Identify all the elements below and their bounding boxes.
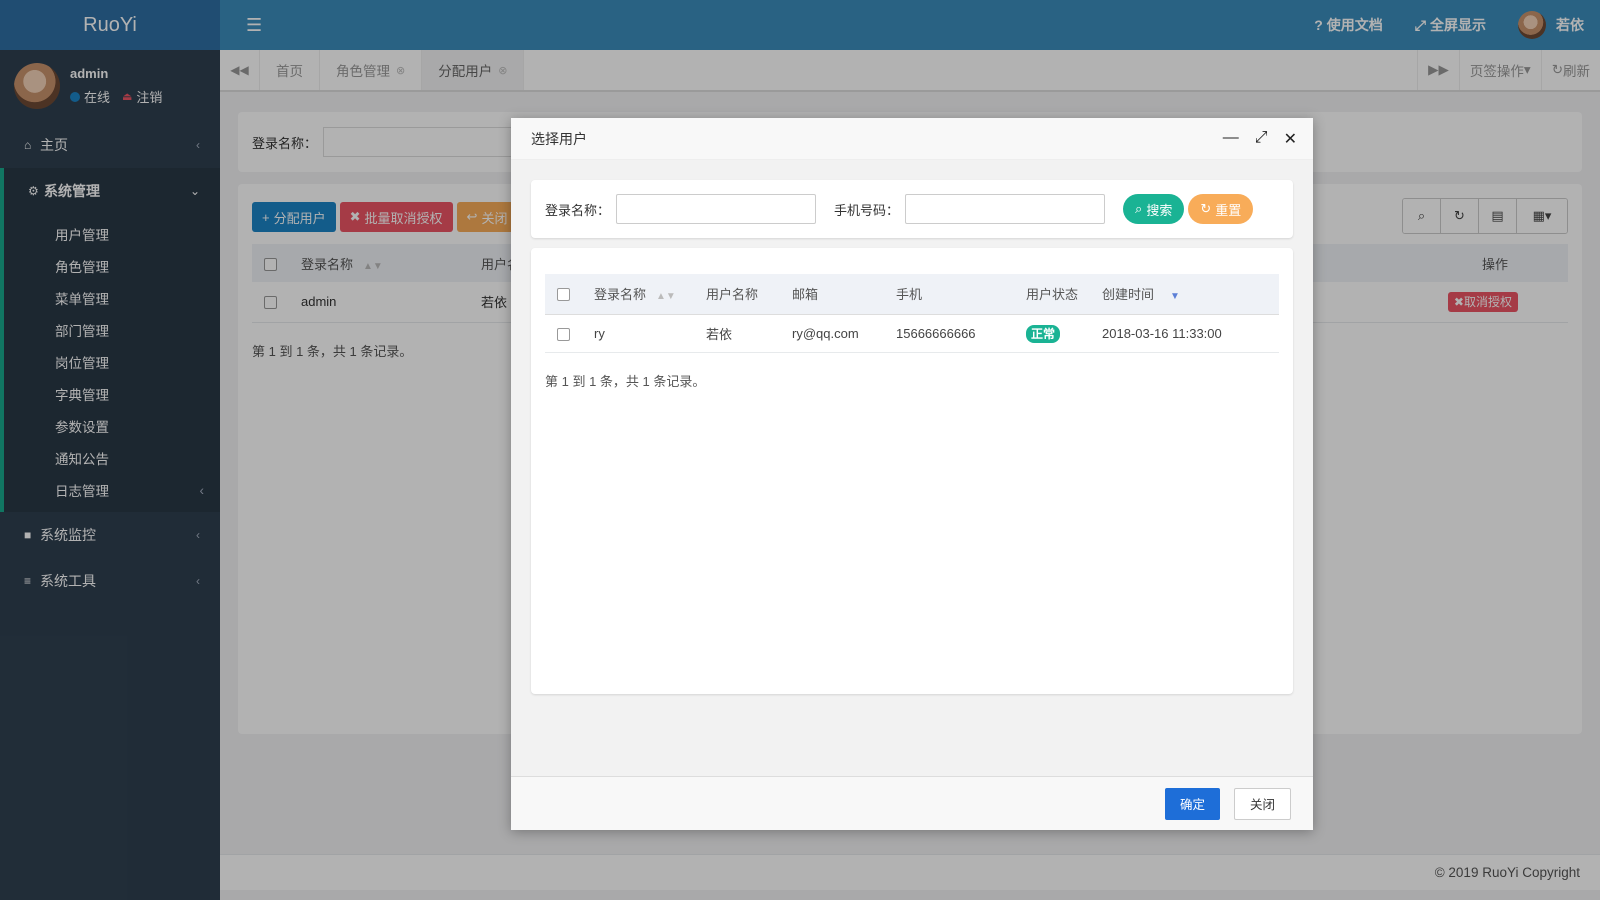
search-icon: ⌕: [1135, 201, 1143, 216]
dialog-search-form: 登录名称： 手机号码： ⌕ 搜索 ↻ 重置: [531, 180, 1293, 238]
cell-phone: 15666666666: [884, 314, 1014, 353]
sort-desc-icon[interactable]: ▼: [1170, 291, 1180, 302]
confirm-button[interactable]: 确定: [1164, 787, 1220, 820]
dialog-body: 登录名称： 手机号码： ⌕ 搜索 ↻ 重置 登录名称 ▲▼ 用户名称 邮箱 手机 用户…: [511, 160, 1313, 714]
pagination-info: 第 1 到 1 条，共 1 条记录。: [545, 373, 706, 389]
dialog-footer: 确定 关闭: [511, 776, 1313, 830]
column-header: 用户状态: [1026, 287, 1079, 303]
dialog-close-button[interactable]: 关闭: [1233, 787, 1291, 820]
login-name-label: 登录名称：: [545, 202, 611, 218]
select-all-checkbox[interactable]: [557, 288, 570, 302]
reset-button[interactable]: ↻ 重置: [1188, 194, 1254, 224]
column-header: 手机: [896, 287, 923, 303]
column-header: 邮箱: [792, 287, 819, 303]
reset-label: 重置: [1215, 202, 1242, 218]
phone-input[interactable]: [905, 194, 1106, 224]
minimize-icon[interactable]: —: [1223, 129, 1239, 149]
column-header: 用户名称: [706, 287, 759, 303]
dialog-table-panel: 登录名称 ▲▼ 用户名称 邮箱 手机 用户状态 创建时间 ▼ ry 若依 ry@qq…: [531, 248, 1293, 694]
dialog-header: 选择用户 — ⤢ ✕: [511, 118, 1313, 160]
phone-label: 手机号码：: [834, 202, 900, 218]
user-select-table: 登录名称 ▲▼ 用户名称 邮箱 手机 用户状态 创建时间 ▼ ry 若依 ry@qq…: [545, 274, 1279, 353]
cell-created-time: 2018-03-16 11:33:00: [1090, 314, 1279, 353]
column-header[interactable]: 创建时间: [1102, 287, 1154, 302]
status-badge: 正常: [1026, 324, 1061, 343]
column-header[interactable]: 登录名称: [594, 287, 646, 302]
row-checkbox[interactable]: [557, 327, 570, 341]
cell-user-name: 若依: [694, 314, 780, 353]
cell-login-name: ry: [582, 314, 694, 353]
login-name-input[interactable]: [616, 194, 817, 224]
maximize-icon[interactable]: ⤢: [1255, 129, 1268, 149]
refresh-icon: ↻: [1200, 201, 1212, 216]
select-user-dialog: 选择用户 — ⤢ ✕ 登录名称： 手机号码： ⌕ 搜索 ↻ 重置 登录名称 ▲▼ 用户…: [511, 118, 1313, 830]
search-label: 搜索: [1146, 202, 1173, 218]
table-row[interactable]: ry 若依 ry@qq.com 15666666666 正常 2018-03-1…: [545, 314, 1279, 353]
cell-email: ry@qq.com: [780, 314, 884, 353]
search-button[interactable]: ⌕ 搜索: [1123, 194, 1185, 224]
dialog-title: 选择用户: [531, 130, 587, 147]
close-icon[interactable]: ✕: [1284, 129, 1297, 149]
sort-icon[interactable]: ▲▼: [656, 291, 676, 302]
